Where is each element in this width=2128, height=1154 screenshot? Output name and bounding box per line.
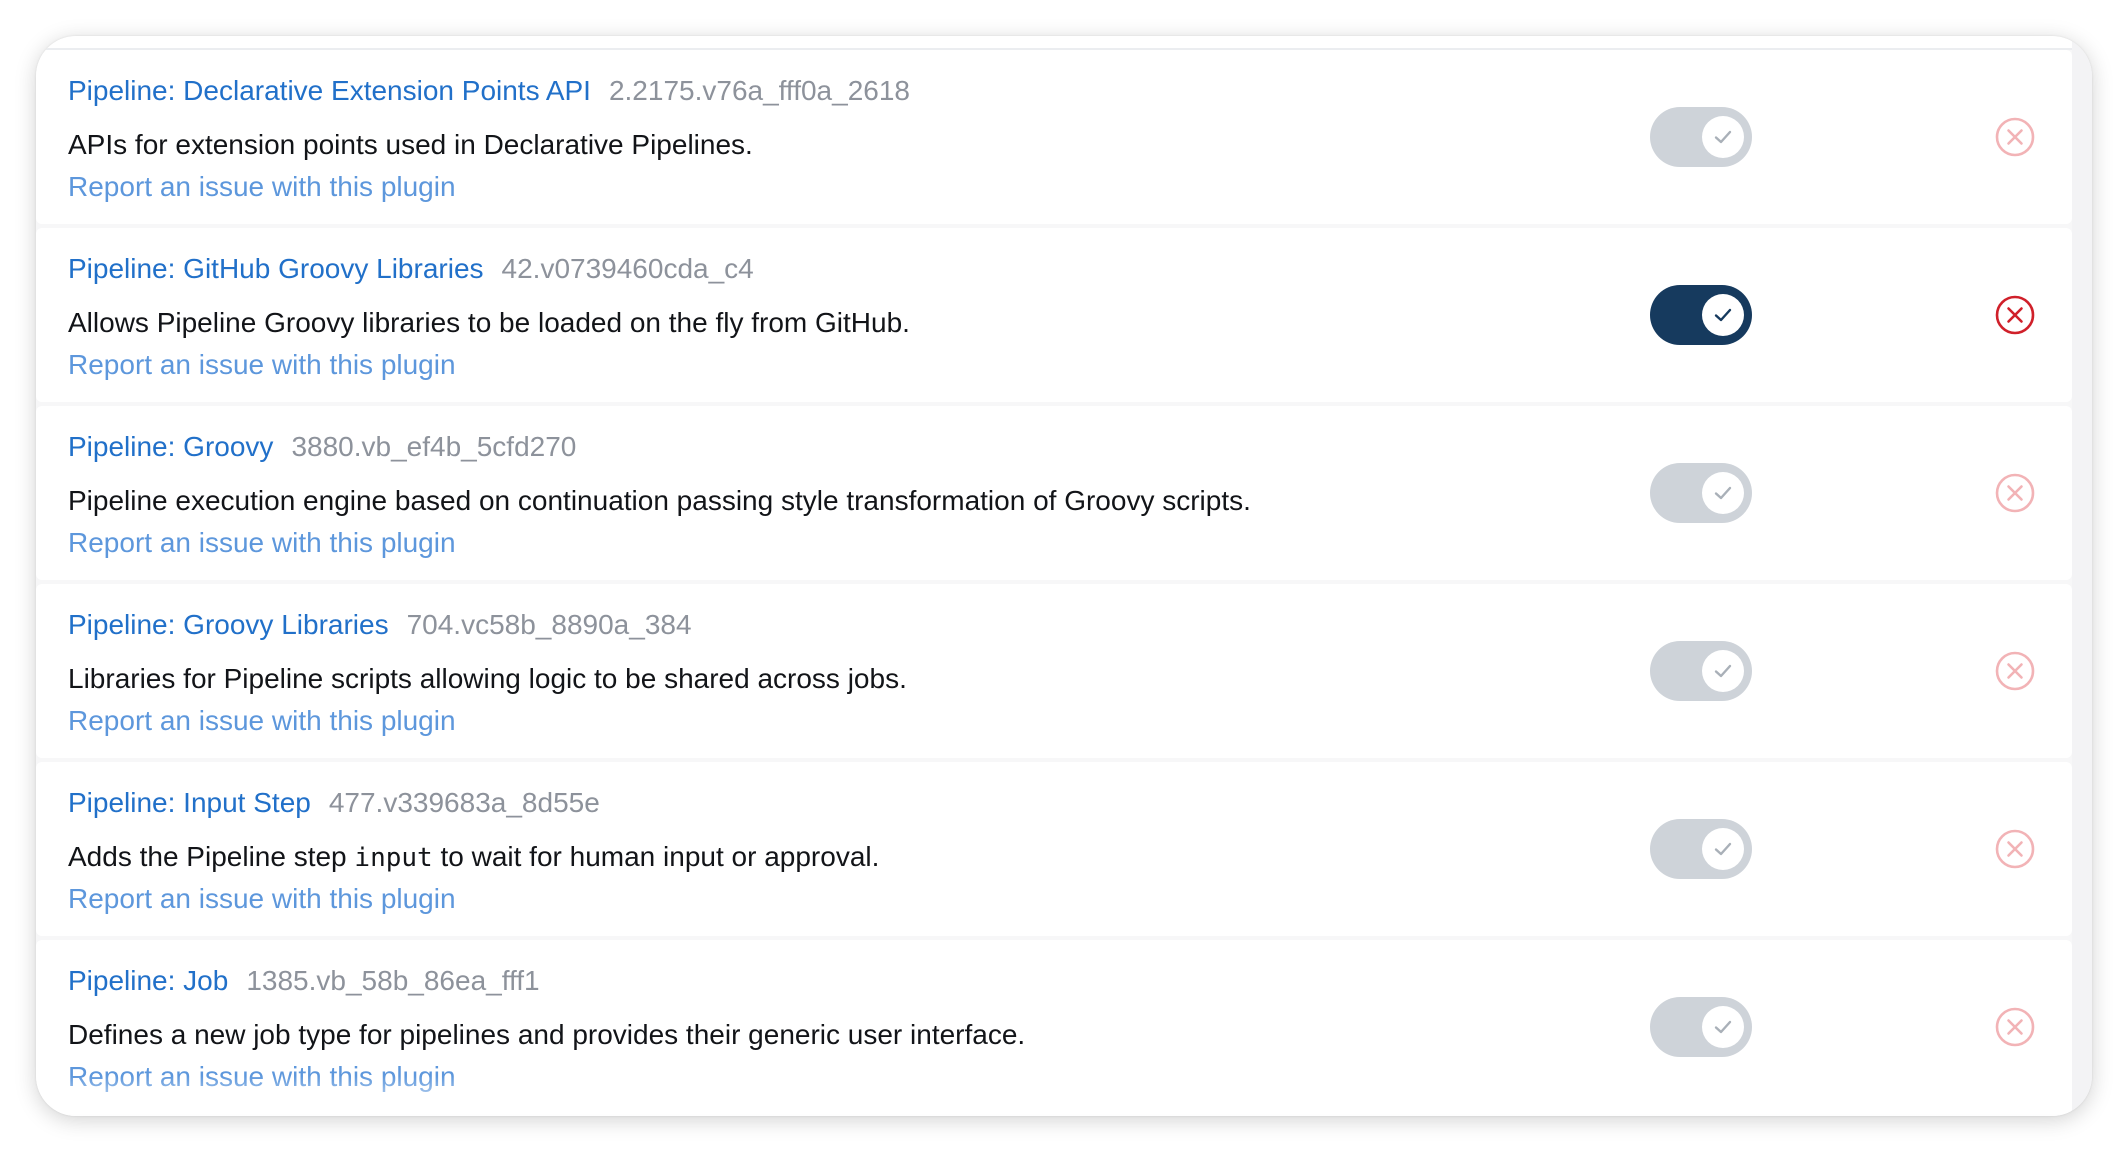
report-issue-link[interactable]: Report an issue with this plugin: [68, 704, 456, 738]
circle-x-icon: [1995, 473, 2035, 513]
plugin-version: 1385.vb_58b_86ea_fff1: [246, 965, 540, 996]
plugin-title: Pipeline: Job 1385.vb_58b_86ea_fff1: [68, 964, 540, 998]
plugin-version: 477.v339683a_8d55e: [328, 787, 600, 818]
circle-x-icon: [1995, 651, 2035, 691]
plugin-description: Libraries for Pipeline scripts allowing …: [68, 663, 907, 694]
plugin-version: 42.v0739460cda_c4: [501, 253, 754, 284]
plugin-row: Pipeline: Job 1385.vb_58b_86ea_fff1 Defin…: [36, 940, 2072, 1114]
uninstall-button[interactable]: [1994, 650, 2036, 692]
description-text: to wait for human input or approval.: [432, 841, 880, 872]
circle-x-icon: [1995, 1007, 2035, 1047]
report-issue-link[interactable]: Report an issue with this plugin: [68, 1060, 456, 1094]
check-icon: [1714, 1020, 1732, 1034]
uninstall-button[interactable]: [1994, 294, 2036, 336]
toggle-knob: [1702, 828, 1744, 870]
panel-top-strip: [36, 36, 2072, 50]
uninstall-button[interactable]: [1994, 828, 2036, 870]
toggle-knob: [1702, 116, 1744, 158]
installed-plugins-panel: Pipeline: Declarative Extension Points A…: [36, 36, 2092, 1116]
check-icon: [1714, 130, 1732, 144]
description-text: Adds the Pipeline step: [68, 841, 355, 872]
plugin-title: Pipeline: GitHub Groovy Libraries 42.v073…: [68, 252, 754, 286]
plugin-name-link[interactable]: Pipeline: Job: [68, 965, 228, 996]
plugin-version: 704.vc58b_8890a_384: [406, 609, 692, 640]
plugin-title: Pipeline: Declarative Extension Points A…: [68, 74, 910, 108]
plugin-row: Pipeline: Input Step 477.v339683a_8d55e A…: [36, 762, 2072, 936]
plugin-name-link[interactable]: Pipeline: GitHub Groovy Libraries: [68, 253, 484, 284]
plugin-name-link[interactable]: Pipeline: Groovy Libraries: [68, 609, 389, 640]
plugin-row: Pipeline: Declarative Extension Points A…: [36, 50, 2072, 224]
plugin-description: Pipeline execution engine based on conti…: [68, 485, 1251, 516]
check-icon: [1714, 664, 1732, 678]
uninstall-button[interactable]: [1994, 472, 2036, 514]
plugin-row: Pipeline: Groovy 3880.vb_ef4b_5cfd270 Pip…: [36, 406, 2072, 580]
enable-toggle[interactable]: [1650, 641, 1752, 701]
plugin-name-link[interactable]: Pipeline: Groovy: [68, 431, 273, 462]
plugin-title: Pipeline: Groovy Libraries 704.vc58b_8890…: [68, 608, 692, 642]
plugin-name-link[interactable]: Pipeline: Declarative Extension Points A…: [68, 75, 591, 106]
enable-toggle[interactable]: [1650, 997, 1752, 1057]
plugin-version: 3880.vb_ef4b_5cfd270: [291, 431, 577, 462]
plugin-description: Allows Pipeline Groovy libraries to be l…: [68, 307, 910, 338]
enable-toggle[interactable]: [1650, 107, 1752, 167]
circle-x-icon: [1995, 117, 2035, 157]
toggle-knob: [1702, 472, 1744, 514]
plugin-description: APIs for extension points used in Declar…: [68, 129, 753, 160]
scrollbar-track[interactable]: [2072, 36, 2092, 1116]
uninstall-button[interactable]: [1994, 116, 2036, 158]
description-code: input: [354, 843, 433, 873]
plugin-list: Pipeline: Declarative Extension Points A…: [36, 50, 2072, 1116]
plugin-row: Pipeline: GitHub Groovy Libraries 42.v073…: [36, 228, 2072, 402]
check-icon: [1714, 308, 1732, 322]
circle-x-icon: [1995, 295, 2035, 335]
report-issue-link[interactable]: Report an issue with this plugin: [68, 170, 456, 204]
plugin-name-link[interactable]: Pipeline: Input Step: [68, 787, 311, 818]
enable-toggle[interactable]: [1650, 285, 1752, 345]
plugin-description: Defines a new job type for pipelines and…: [68, 1019, 1026, 1050]
check-icon: [1714, 842, 1732, 856]
report-issue-link[interactable]: Report an issue with this plugin: [68, 526, 456, 560]
uninstall-button[interactable]: [1994, 1006, 2036, 1048]
report-issue-link[interactable]: Report an issue with this plugin: [68, 348, 456, 382]
enable-toggle[interactable]: [1650, 463, 1752, 523]
check-icon: [1714, 486, 1732, 500]
plugin-title: Pipeline: Groovy 3880.vb_ef4b_5cfd270: [68, 430, 576, 464]
plugin-version: 2.2175.v76a_fff0a_2618: [608, 75, 910, 106]
circle-x-icon: [1995, 829, 2035, 869]
toggle-knob: [1702, 650, 1744, 692]
plugin-description: Adds the Pipeline step input to wait for…: [68, 840, 879, 875]
report-issue-link[interactable]: Report an issue with this plugin: [68, 882, 456, 916]
plugin-row: Pipeline: Groovy Libraries 704.vc58b_8890…: [36, 584, 2072, 758]
toggle-knob: [1702, 1006, 1744, 1048]
plugin-title: Pipeline: Input Step 477.v339683a_8d55e: [68, 786, 600, 820]
toggle-knob: [1702, 294, 1744, 336]
enable-toggle[interactable]: [1650, 819, 1752, 879]
